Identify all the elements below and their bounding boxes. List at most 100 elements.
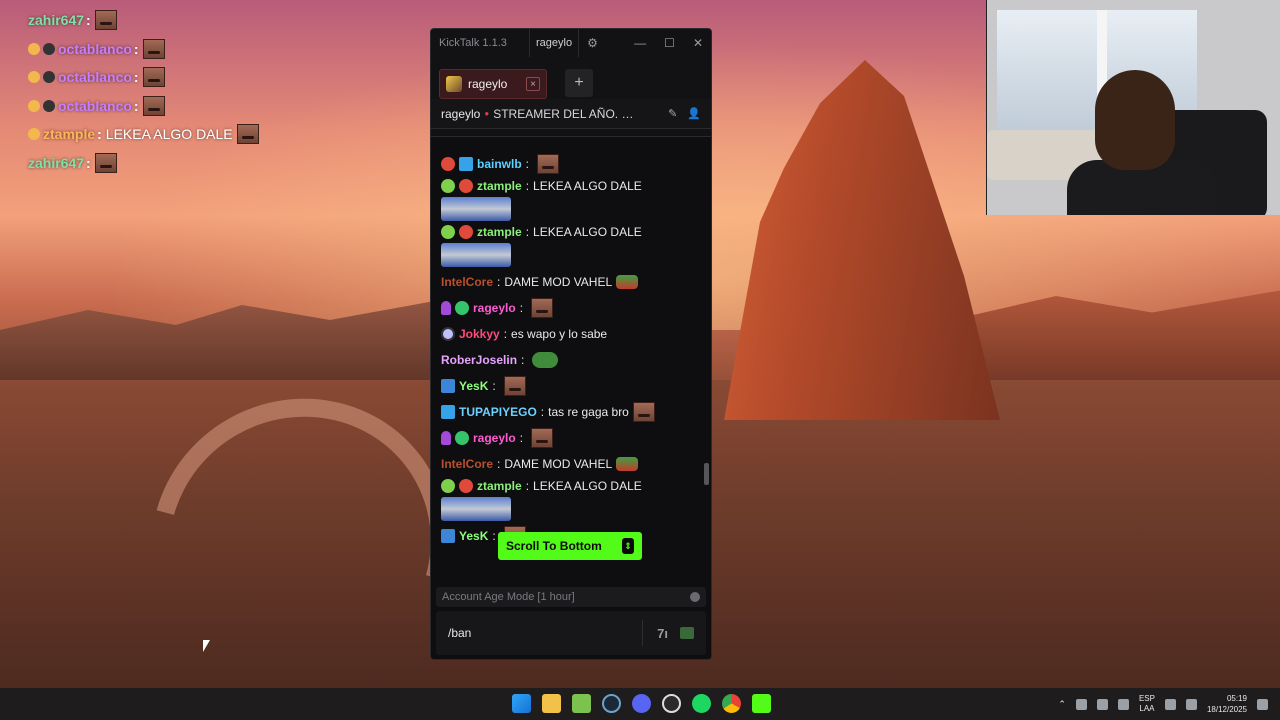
- 7tv-emote-button[interactable]: 7ı: [657, 626, 668, 641]
- chat-badge-icon: [441, 529, 455, 543]
- close-icon[interactable]: ✕: [693, 36, 703, 50]
- chat-message[interactable]: bainwlb:: [441, 151, 703, 177]
- chat-badge-icon: [441, 179, 455, 193]
- sync-icon[interactable]: [1075, 698, 1087, 710]
- chat-username[interactable]: RoberJoselin: [441, 351, 517, 369]
- emote-icon[interactable]: [503, 376, 526, 396]
- chat-message[interactable]: rageylo:: [441, 425, 703, 451]
- stream-channel[interactable]: rageylo: [441, 107, 480, 121]
- chat-username[interactable]: TUPAPIYEGO: [459, 403, 537, 421]
- chat-badge-icon: [459, 479, 473, 493]
- emote-icon[interactable]: [537, 154, 560, 174]
- chat-message[interactable]: IntelCore: DAME MOD VAHEL: [441, 451, 703, 477]
- maximize-icon[interactable]: ☐: [664, 36, 675, 50]
- game-bar-icon[interactable]: [572, 694, 591, 713]
- kicktalk-icon[interactable]: [752, 694, 771, 713]
- security-icon[interactable]: [1096, 698, 1108, 710]
- overlay-chat-line: zahir647:: [28, 149, 288, 178]
- chat-badge-icon: [459, 179, 473, 193]
- live-indicator-icon: ●: [484, 109, 490, 118]
- gear-icon[interactable]: ⚙: [587, 36, 598, 50]
- discord-icon[interactable]: [632, 694, 651, 713]
- add-tab-button[interactable]: +: [565, 69, 593, 97]
- title-username[interactable]: rageylo: [529, 29, 580, 57]
- clock[interactable]: 05:19 18/12/2025: [1207, 693, 1247, 715]
- chat-username[interactable]: YesK: [459, 527, 488, 545]
- info-icon[interactable]: [690, 592, 700, 602]
- chat-username[interactable]: ztample: [477, 177, 522, 195]
- spotify-icon[interactable]: [692, 694, 711, 713]
- kicktalk-window: KickTalk 1.1.3 rageylo ⚙ — ☐ ✕ rageylo ×…: [430, 28, 712, 660]
- volume-icon[interactable]: [1185, 698, 1197, 710]
- badge-icon: [28, 42, 40, 55]
- chat-username[interactable]: rageylo: [473, 429, 516, 447]
- chat-username[interactable]: ztample: [477, 223, 522, 241]
- titlebar[interactable]: KickTalk 1.1.3 rageylo ⚙ — ☐ ✕: [431, 29, 711, 57]
- pin-icon[interactable]: ✎: [668, 107, 677, 120]
- minimize-icon[interactable]: —: [634, 36, 646, 50]
- burger-emote-icon[interactable]: [441, 243, 511, 267]
- notification-icon[interactable]: [1257, 698, 1268, 710]
- chat-message[interactable]: YesK:: [441, 373, 703, 399]
- steam-icon[interactable]: [602, 694, 621, 713]
- tab-label: rageylo: [468, 77, 508, 91]
- chevron-up-icon[interactable]: ⌃: [1058, 699, 1066, 710]
- chat-separator: :: [519, 431, 524, 445]
- emote-icon[interactable]: [531, 428, 554, 448]
- clock-date: 18/12/2025: [1206, 705, 1247, 714]
- overlay-username: octablanco: [58, 40, 132, 57]
- chat-input[interactable]: /ban 7ı: [436, 611, 706, 655]
- chat-message[interactable]: Jokkyy: es wapo y lo sabe: [441, 321, 703, 347]
- chat-separator: :: [519, 301, 524, 315]
- chat-username[interactable]: Jokkyy: [459, 325, 500, 343]
- chat-username[interactable]: YesK: [459, 377, 488, 395]
- file-explorer-icon[interactable]: [542, 694, 561, 713]
- chat-username[interactable]: rageylo: [473, 299, 516, 317]
- burger-emote-icon[interactable]: [441, 197, 511, 221]
- chat-list[interactable]: bainwlb: ztample: LEKEA ALGO DALE ztample: L…: [431, 151, 711, 583]
- chat-username[interactable]: ztample: [477, 477, 522, 495]
- chat-message[interactable]: ztample: LEKEA ALGO DALE: [441, 477, 703, 523]
- emote-icon: [142, 67, 165, 88]
- emote-picker-icon[interactable]: [680, 627, 694, 639]
- car-emote-icon[interactable]: [616, 275, 639, 289]
- stream-title: STREAMER DEL AÑO. G...: [493, 106, 640, 121]
- language-indicator[interactable]: ESP LAA: [1139, 694, 1155, 714]
- tab-close-icon[interactable]: ×: [526, 77, 540, 91]
- microphone-icon[interactable]: [1117, 698, 1129, 710]
- chat-badge-icon: [441, 405, 455, 419]
- chat-separator: :: [540, 405, 545, 419]
- car-emote-icon[interactable]: [616, 457, 639, 471]
- app-title: KickTalk 1.1.3: [439, 37, 507, 49]
- chat-message[interactable]: ztample: LEKEA ALGO DALE: [441, 223, 703, 269]
- streamer-head: [1095, 70, 1175, 170]
- chat-message[interactable]: rageylo:: [441, 295, 703, 321]
- emote-icon[interactable]: [531, 298, 554, 318]
- start-icon[interactable]: [512, 694, 531, 713]
- lang-top: ESP: [1138, 694, 1155, 703]
- chat-scrollbar[interactable]: [704, 463, 709, 485]
- obs-icon[interactable]: [662, 694, 681, 713]
- chat-message[interactable]: TUPAPIYEGO: tas re gaga bro: [441, 399, 703, 425]
- burger-emote-icon[interactable]: [441, 497, 511, 521]
- scroll-to-bottom-button[interactable]: Scroll To Bottom ⇕: [498, 532, 642, 560]
- chat-username[interactable]: IntelCore: [441, 455, 493, 473]
- chat-message[interactable]: ztample: LEKEA ALGO DALE: [441, 177, 703, 223]
- chat-text: LEKEA ALGO DALE: [533, 179, 642, 193]
- chat-separator: :: [525, 479, 530, 493]
- user-icon[interactable]: 👤: [687, 107, 701, 120]
- chat-message[interactable]: RoberJoselin:: [441, 347, 703, 373]
- chat-username[interactable]: bainwlb: [477, 155, 522, 173]
- chat-username[interactable]: IntelCore: [441, 273, 493, 291]
- chat-mode-label: Account Age Mode [1 hour]: [442, 591, 575, 603]
- badge-icon: [43, 99, 55, 112]
- chat-message[interactable]: IntelCore: DAME MOD VAHEL: [441, 269, 703, 295]
- frog-emote-icon[interactable]: [532, 352, 559, 368]
- chrome-icon[interactable]: [722, 694, 741, 713]
- overlay-separator: :: [86, 12, 91, 29]
- emote-icon[interactable]: [632, 402, 655, 422]
- network-icon[interactable]: [1164, 698, 1176, 710]
- tab-rageylo[interactable]: rageylo ×: [439, 69, 547, 99]
- chat-badge-icon: [441, 301, 451, 315]
- chat-separator: :: [525, 157, 530, 171]
